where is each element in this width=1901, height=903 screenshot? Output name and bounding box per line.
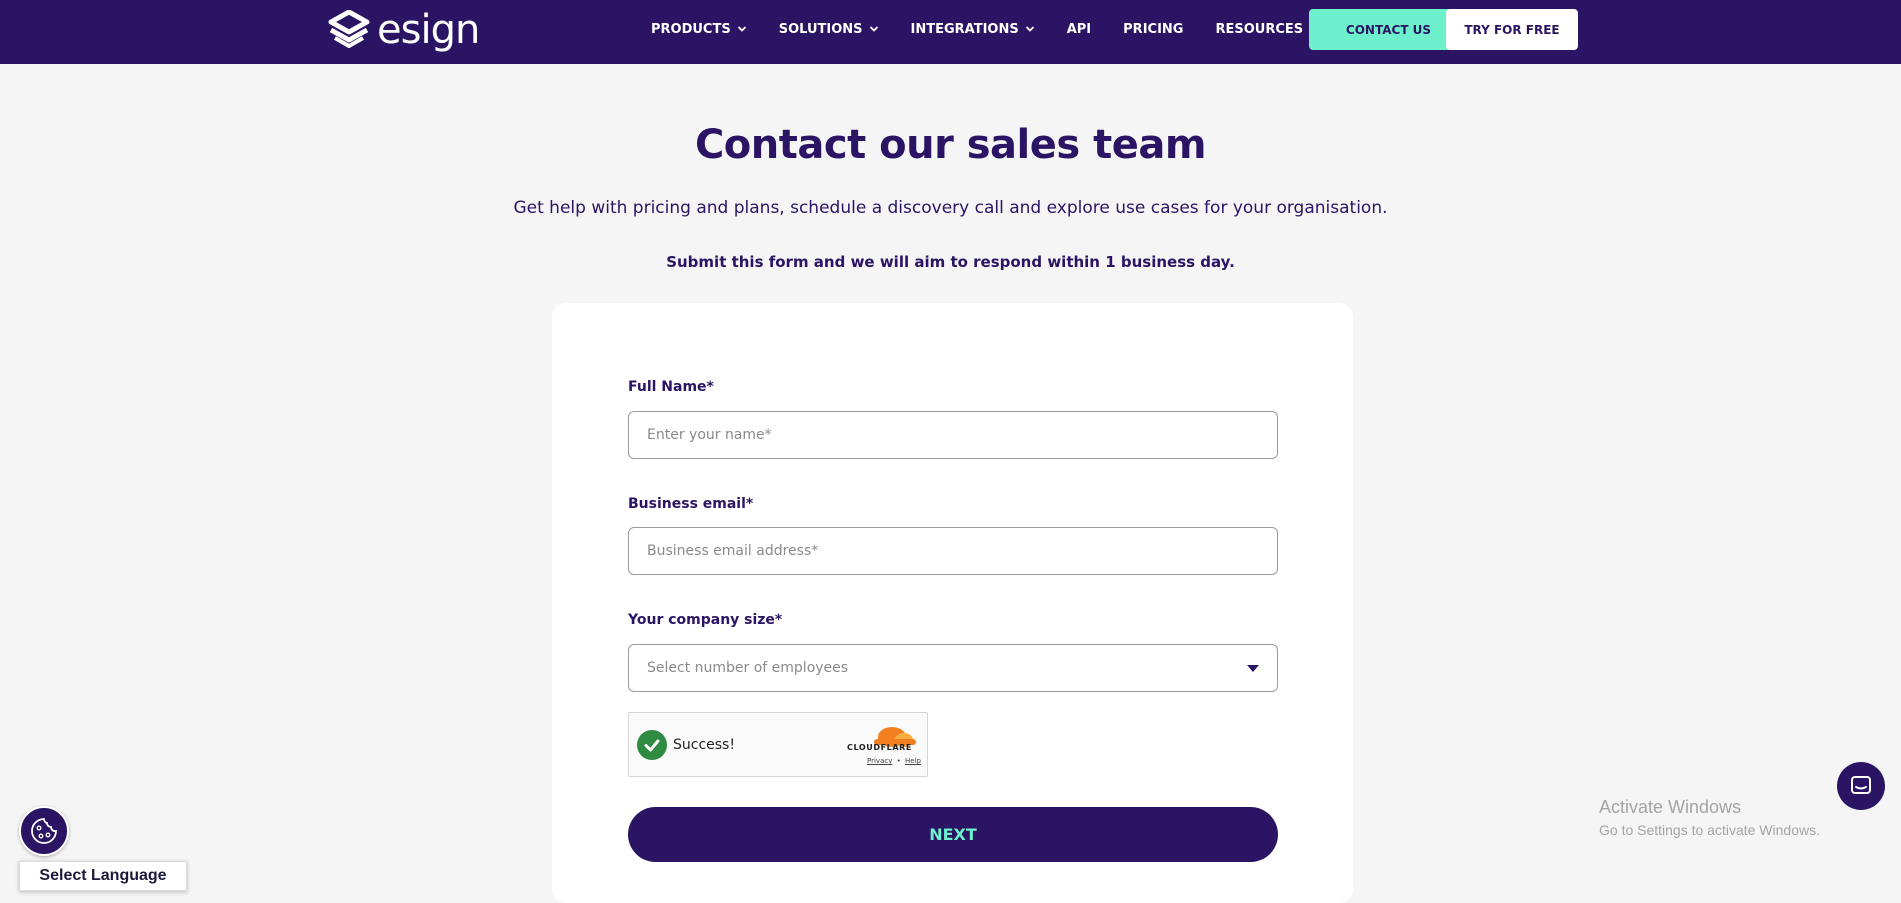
business-email-input[interactable] xyxy=(647,543,1259,559)
nav-item-products[interactable]: PRODUCTS xyxy=(651,22,747,37)
windows-activation-title: Activate Windows xyxy=(1599,797,1742,817)
chat-icon xyxy=(1851,776,1871,794)
nav-item-resources[interactable]: RESOURCES xyxy=(1215,22,1319,37)
chevron-down-icon xyxy=(1025,26,1034,32)
company-size-select[interactable]: Select number of employees xyxy=(628,644,1278,692)
chevron-down-icon xyxy=(869,26,878,32)
nav-item-api[interactable]: API xyxy=(1067,22,1091,37)
full-name-label: Full Name* xyxy=(628,379,714,395)
top-navbar: esign PRODUCTS SOLUTIONS INTEGRATIONS AP… xyxy=(0,0,1901,64)
nav-item-integrations[interactable]: INTEGRATIONS xyxy=(911,22,1035,37)
company-size-label: Your company size* xyxy=(628,612,783,628)
company-size-selected-value: Select number of employees xyxy=(647,660,849,676)
chevron-down-icon xyxy=(737,26,746,32)
captcha-link-separator: • xyxy=(896,757,901,765)
nav-item-solutions[interactable]: SOLUTIONS xyxy=(779,22,879,37)
cloudflare-wordmark: CLOUDFLARE xyxy=(847,743,912,752)
next-button[interactable]: NEXT xyxy=(628,807,1278,862)
nav-item-label: RESOURCES xyxy=(1215,21,1304,37)
captcha-help-link[interactable]: Help xyxy=(905,757,921,765)
logo-text: esign xyxy=(377,7,480,53)
cookie-settings-button[interactable] xyxy=(19,806,69,856)
nav-item-label: INTEGRATIONS xyxy=(910,21,1019,37)
nav-item-label: API xyxy=(1066,21,1092,37)
windows-activation-subtitle: Go to Settings to activate Windows. xyxy=(1599,822,1820,838)
esign-logo[interactable]: esign xyxy=(327,7,480,53)
esign-logo-icon xyxy=(328,10,370,48)
checkmark-icon xyxy=(637,730,667,760)
contact-us-button[interactable]: CONTACT US xyxy=(1309,9,1468,50)
business-email-field[interactable] xyxy=(628,527,1278,575)
main-menu: PRODUCTS SOLUTIONS INTEGRATIONS API PRIC… xyxy=(651,0,1351,58)
full-name-input[interactable] xyxy=(647,427,1259,443)
page-subtitle: Get help with pricing and plans, schedul… xyxy=(513,198,1388,218)
captcha-status: Success! xyxy=(673,737,735,753)
business-email-label: Business email* xyxy=(628,496,754,512)
captcha-privacy-link[interactable]: Privacy xyxy=(867,757,892,765)
try-for-free-button[interactable]: TRY FOR FREE xyxy=(1446,9,1578,50)
nav-item-label: PRODUCTS xyxy=(651,21,731,37)
nav-item-pricing[interactable]: PRICING xyxy=(1123,22,1183,37)
full-name-field[interactable] xyxy=(628,411,1278,459)
cloudflare-captcha-widget[interactable]: Success! CLOUDFLARE Privacy • Help xyxy=(628,712,928,777)
dropdown-arrow-icon xyxy=(1247,665,1259,672)
nav-item-label: SOLUTIONS xyxy=(778,21,863,37)
page-title: Contact our sales team xyxy=(694,122,1207,168)
cookie-icon xyxy=(31,818,57,844)
captcha-links: Privacy • Help xyxy=(867,757,921,765)
chat-launcher-button[interactable] xyxy=(1837,762,1885,810)
response-notice: Submit this form and we will aim to resp… xyxy=(666,253,1235,271)
nav-item-label: PRICING xyxy=(1123,21,1184,37)
